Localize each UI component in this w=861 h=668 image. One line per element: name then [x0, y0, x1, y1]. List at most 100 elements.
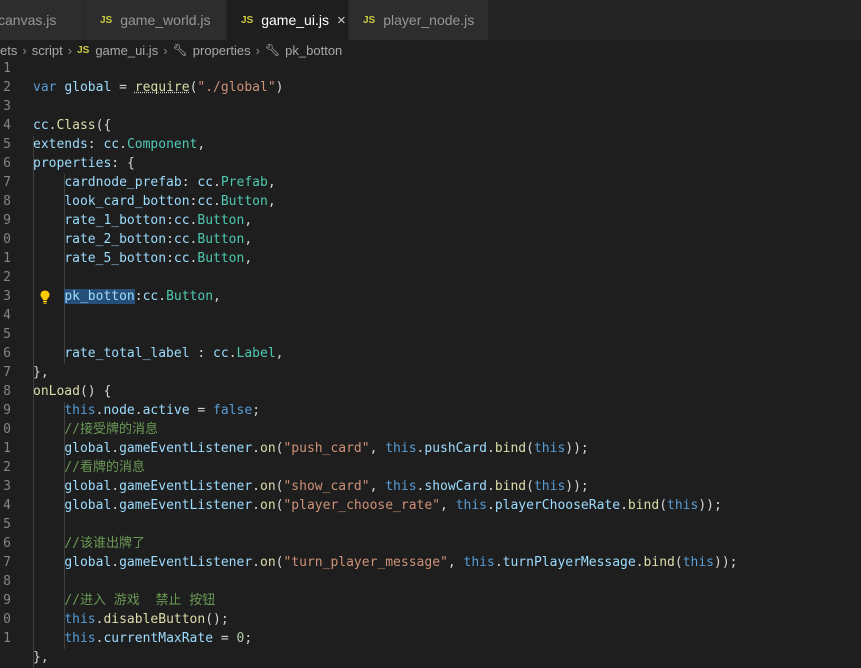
code-line[interactable]: 4 [0, 306, 861, 325]
line-number: 2 [3, 80, 11, 95]
code-line[interactable]: 0 rate_2_botton:cc.Button, [0, 230, 861, 249]
code-line[interactable]: 1 this.currentMaxRate = 0; [0, 629, 861, 648]
wrench-icon: 🔧︎ [172, 43, 188, 57]
line-number: 1 [3, 251, 11, 266]
breadcrumb-label: properties [192, 42, 251, 58]
code-line[interactable]: 9 rate_1_botton:cc.Button, [0, 211, 861, 230]
line-number: 8 [3, 574, 11, 589]
line-number: 5 [3, 327, 11, 342]
tab-label: player_node.js [383, 12, 475, 28]
code-line[interactable]: 4 cc.Class({ [0, 116, 861, 135]
chevron-right-icon: › [22, 42, 27, 58]
line-number: 6 [3, 346, 11, 361]
code-line[interactable]: 8 look_card_botton:cc.Button, [0, 192, 861, 211]
line-number: 3 [3, 99, 11, 114]
code-line[interactable]: 5 extends: cc.Component, [0, 135, 861, 154]
code-line[interactable]: 8 [0, 572, 861, 591]
breadcrumb-item-pk-botton[interactable]: 🔧︎ pk_botton [265, 43, 342, 58]
code-editor[interactable]: 1 2 var global = require("./global") 3 4 cc.C… [0, 60, 861, 668]
code-text: global.gameEventListener.on("turn_player… [64, 555, 738, 570]
line-number: 2 [3, 460, 11, 475]
line-number: 8 [3, 384, 11, 399]
code-line[interactable]: 1 global.gameEventListener.on("push_card… [0, 439, 861, 458]
code-line[interactable]: 9 this.node.active = false; [0, 401, 861, 420]
code-line[interactable]: 7 global.gameEventListener.on("turn_play… [0, 553, 861, 572]
tab-label: game_world.js [120, 12, 211, 28]
code-line[interactable]: 2 [0, 268, 861, 287]
code-text: global.gameEventListener.on("push_card",… [64, 441, 589, 456]
code-line[interactable]: 0 //接受牌的消息 [0, 420, 861, 439]
breadcrumb-item-file[interactable]: JS game_ui.js [77, 43, 158, 58]
js-file-icon: JS [100, 14, 113, 26]
code-text: properties: { [33, 156, 135, 171]
breadcrumb-label: pk_botton [285, 42, 343, 58]
code-text: pk_botton:cc.Button, [64, 289, 221, 304]
code-line[interactable]: 6 rate_total_label : cc.Label, [0, 344, 861, 363]
line-number: 1 [3, 631, 11, 646]
js-file-icon: JS [77, 44, 90, 56]
code-line[interactable]: }, [0, 648, 861, 667]
wrench-icon: 🔧︎ [264, 43, 281, 57]
line-number: 1 [3, 61, 11, 76]
breadcrumb-item-properties[interactable]: 🔧︎ properties [173, 43, 251, 58]
line-number: 9 [3, 213, 11, 228]
line-number: 0 [3, 422, 11, 437]
code-text: //看牌的消息 [64, 460, 145, 475]
code-line[interactable]: 0 this.disableButton(); [0, 610, 861, 629]
line-number: 5 [3, 517, 11, 532]
code-line[interactable]: 3 pk_botton:cc.Button, [0, 287, 861, 306]
code-line[interactable]: 3 [0, 97, 861, 116]
line-number: 1 [3, 441, 11, 456]
tab-game-world-js[interactable]: JS game_world.js [84, 0, 227, 40]
code-line[interactable]: 6 properties: { [0, 154, 861, 173]
code-line[interactable]: 7}, [0, 363, 861, 382]
code-text: this.disableButton(); [64, 612, 229, 627]
breadcrumb-label: ets [0, 42, 18, 58]
breadcrumb-item-assets[interactable]: ets [0, 43, 17, 58]
code-text: extends: cc.Component, [33, 137, 206, 152]
code-line[interactable]: 4 global.gameEventListener.on("player_ch… [0, 496, 861, 515]
line-number: 4 [3, 118, 11, 133]
code-text: cc.Class({ [33, 118, 112, 133]
chevron-right-icon: › [67, 42, 73, 58]
code-line[interactable]: 2 //看牌的消息 [0, 458, 861, 477]
tab-player-node-js[interactable]: JS player_node.js [349, 0, 489, 40]
code-line[interactable]: 6 //该谁出牌了 [0, 534, 861, 553]
js-file-icon: JS [241, 14, 254, 26]
code-text: rate_1_botton:cc.Button, [64, 213, 253, 228]
line-number: 6 [3, 156, 11, 171]
line-number: 7 [3, 555, 11, 570]
code-line[interactable]: 1 rate_5_botton:cc.Button, [0, 249, 861, 268]
code-text: //接受牌的消息 [64, 422, 158, 437]
line-number: 5 [3, 137, 11, 152]
breadcrumb: ets › script › JS game_ui.js › 🔧︎ proper… [0, 40, 861, 60]
code-line[interactable]: 8 onLoad() { [0, 382, 861, 401]
code-line[interactable]: 5 [0, 515, 861, 534]
line-number: 9 [3, 403, 11, 418]
breadcrumb-label: game_ui.js [95, 42, 159, 58]
lightbulb-icon[interactable] [39, 287, 51, 306]
line-number: 7 [3, 175, 11, 190]
tab-bar: canvas.js JS game_world.js JS game_ui.js… [0, 0, 861, 40]
code-line[interactable]: 2 var global = require("./global") [0, 78, 861, 97]
code-line[interactable]: 3 global.gameEventListener.on("show_card… [0, 477, 861, 496]
tab-canvas-js[interactable]: canvas.js [0, 0, 84, 40]
code-text: global.gameEventListener.on("player_choo… [64, 498, 722, 513]
code-text: global.gameEventListener.on("show_card",… [64, 479, 589, 494]
code-line[interactable]: 1 [0, 59, 861, 78]
line-number: 6 [3, 536, 11, 551]
breadcrumb-label: script [31, 42, 63, 58]
line-number: 9 [3, 593, 11, 608]
close-icon[interactable]: × [337, 12, 346, 29]
breadcrumb-item-script[interactable]: script [32, 43, 63, 58]
js-file-icon: JS [363, 14, 376, 26]
code-line[interactable]: 7 cardnode_prefab: cc.Prefab, [0, 173, 861, 192]
code-line[interactable]: 9 //进入 游戏 禁止 按钮 [0, 591, 861, 610]
chevron-right-icon: › [163, 42, 168, 58]
selected-text: pk_botton [64, 289, 135, 304]
code-text: this.currentMaxRate = 0; [64, 631, 253, 646]
tab-game-ui-js[interactable]: JS game_ui.js × [227, 0, 349, 40]
code-line[interactable]: 5 [0, 325, 861, 344]
code-text: rate_total_label : cc.Label, [64, 346, 284, 361]
line-number: 4 [3, 498, 11, 513]
